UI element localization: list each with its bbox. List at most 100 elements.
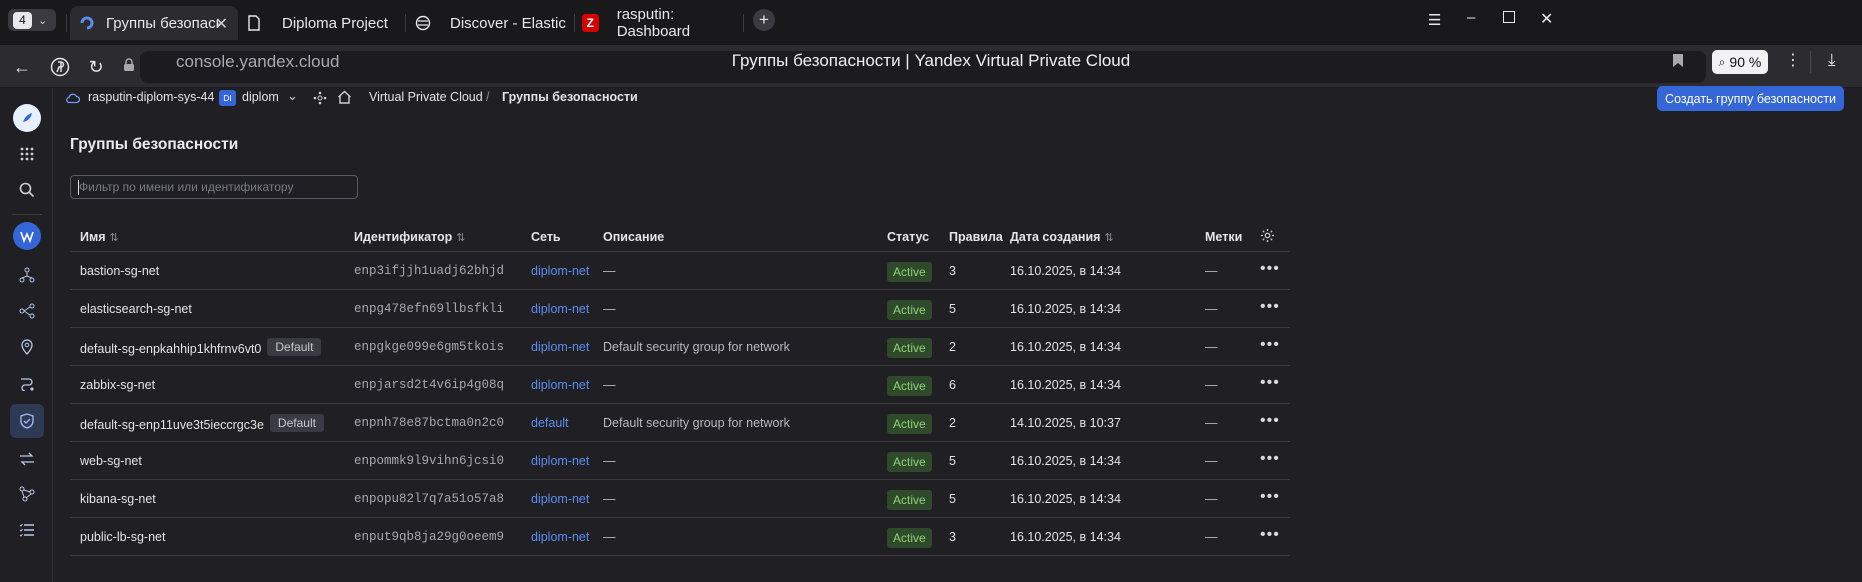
route-tables-icon[interactable] [13,369,41,397]
table-row[interactable]: zabbix-sg-net enpjarsd2t4v6ip4g08q diplom-… [70,366,1290,404]
group-name[interactable]: default-sg-enpkahhip1khfrnv6vt0 [80,342,261,356]
breadcrumb-folder[interactable]: diplom [242,90,279,104]
gateways-icon[interactable] [13,445,41,473]
more-vertical-icon[interactable]: ⋮ [1785,50,1801,70]
table-row[interactable]: public-lb-sg-net enput9qb8ja29g0oeem9 dipl… [70,518,1290,556]
table-row[interactable]: elasticsearch-sg-net enpg478efn69llbsfkli… [70,290,1290,328]
row-name[interactable]: kibana-sg-net [80,492,156,506]
download-icon[interactable]: ⤓ [1828,50,1836,70]
minimize-icon[interactable]: – [1467,9,1475,26]
row-network-link[interactable]: diplom-net [531,264,589,278]
row-network-link[interactable]: default [531,416,569,430]
column-header-status: Статус [887,230,930,244]
row-description: — [603,264,616,278]
row-description: Default security group for network [603,340,790,354]
row-actions-more-icon[interactable]: ••• [1260,336,1280,354]
row-network-link[interactable]: diplom-net [531,340,589,354]
default-badge: Default [267,338,322,356]
close-window-icon[interactable]: ✕ [1540,9,1553,29]
row-rules-count: 5 [949,302,956,316]
row-name[interactable]: bastion-sg-net [80,264,159,278]
cloud-networks-icon[interactable] [13,261,41,289]
row-network-link[interactable]: diplom-net [531,530,589,544]
row-labels: — [1205,416,1218,430]
row-network-link[interactable]: diplom-net [531,492,589,506]
bookmark-icon[interactable] [1672,53,1684,73]
row-name[interactable]: public-lb-sg-net [80,530,165,544]
group-name[interactable]: elasticsearch-sg-net [80,302,192,316]
operations-list-icon[interactable] [13,516,41,544]
yandex-cloud-logo-icon[interactable] [13,104,41,132]
row-actions-more-icon[interactable]: ••• [1260,526,1280,544]
row-name[interactable]: web-sg-net [80,454,142,468]
breadcrumb-service[interactable]: Virtual Private Cloud [369,90,483,104]
group-name[interactable]: web-sg-net [80,454,142,468]
main-title: Группы безопасности [70,136,239,153]
row-rules-count: 2 [949,416,956,430]
tab-discover-elastic[interactable]: Discover - Elastic [414,6,574,40]
sort-icon: ⇅ [1104,232,1114,244]
group-name[interactable]: bastion-sg-net [80,264,159,278]
browser-tab-bar: 4 ⌄ Группы безопасности | Yandex ✕ Diplo… [0,0,1862,45]
table-row[interactable]: default-sg-enpkahhip1khfrnv6vt0 Default en… [70,328,1290,366]
row-actions-more-icon[interactable]: ••• [1260,374,1280,392]
row-rules-count: 6 [949,378,956,392]
row-network-link[interactable]: diplom-net [531,302,589,316]
row-name[interactable]: zabbix-sg-net [80,378,155,392]
row-actions-more-icon[interactable]: ••• [1260,260,1280,278]
create-security-group-button[interactable]: Создать группу безопасности [1657,86,1844,111]
group-name[interactable]: zabbix-sg-net [80,378,155,392]
services-grid-icon[interactable] [13,140,41,168]
row-name[interactable]: default-sg-enpkahhip1khfrnv6vt0 Default [80,338,322,358]
tab-diploma-project[interactable]: Diploma Project [245,6,405,40]
table-row[interactable]: web-sg-net enpommk9l9vihn6jcsi0 diplom-net… [70,442,1290,480]
filter-input[interactable] [70,175,358,199]
row-name[interactable]: default-sg-enp11uve3t5ieccrgc3e Default [80,414,324,434]
row-network-link[interactable]: diplom-net [531,454,589,468]
column-header-rules: Правила [949,230,1003,244]
search-icon[interactable] [13,176,41,204]
filter-field[interactable] [71,176,357,198]
table-settings-gear-icon[interactable] [1260,228,1275,246]
status-badge: Active [887,262,932,282]
column-header-created[interactable]: Дата создания ⇅ [1010,230,1114,244]
column-header-id[interactable]: Идентификатор ⇅ [354,230,466,244]
row-actions-more-icon[interactable]: ••• [1260,412,1280,430]
vpc-service-icon[interactable] [13,222,41,250]
group-name[interactable]: kibana-sg-net [80,492,156,506]
column-header-name[interactable]: Имя ⇅ [80,230,119,244]
network-map-icon[interactable] [13,480,41,508]
breadcrumb-cloud[interactable]: rasputin-diplom-sys-44 [88,90,214,104]
row-created-date: 16.10.2025, в 14:34 [1010,530,1121,544]
row-name[interactable]: elasticsearch-sg-net [80,302,192,316]
text-caret [78,180,79,195]
menu-icon[interactable]: ☰ [1428,11,1441,29]
chevron-down-icon[interactable]: ⌄ [287,88,298,104]
group-name[interactable]: public-lb-sg-net [80,530,165,544]
new-tab-button[interactable]: + [753,9,775,31]
sort-icon: ⇅ [456,232,466,244]
row-id: enput9qb8ja29g0oeem9 [354,530,505,544]
close-icon[interactable]: ✕ [215,14,228,34]
subnets-icon[interactable] [13,297,41,325]
table-row[interactable]: default-sg-enp11uve3t5ieccrgc3e Default en… [70,404,1290,442]
security-groups-shield-icon[interactable] [10,404,44,438]
tab-security-groups[interactable]: Группы безопасности | Yandex ✕ [70,6,238,40]
tab-counter[interactable]: 4 ⌄ [8,9,56,31]
group-name[interactable]: default-sg-enp11uve3t5ieccrgc3e [80,418,264,432]
table-row[interactable]: bastion-sg-net enp3ifjjh1uadj62bhjd diplom… [70,252,1290,290]
service-switch-icon[interactable] [313,91,327,110]
row-actions-more-icon[interactable]: ••• [1260,450,1280,468]
row-description: — [603,302,616,316]
restore-icon[interactable] [1503,11,1515,23]
row-network-link[interactable]: diplom-net [531,378,589,392]
ip-addresses-icon[interactable] [13,333,41,361]
row-actions-more-icon[interactable]: ••• [1260,298,1280,316]
row-actions-more-icon[interactable]: ••• [1260,488,1280,506]
zoom-level: 90 % [1729,54,1762,70]
row-description: — [603,530,616,544]
zoom-indicator[interactable]: ⌕ 90 % [1712,50,1768,74]
tab-zabbix-dashboard[interactable]: Z rasputin: Dashboard [582,6,742,40]
home-icon[interactable] [337,90,352,109]
table-row[interactable]: kibana-sg-net enpopu82l7q7a51o57a8 diplom-… [70,480,1290,518]
